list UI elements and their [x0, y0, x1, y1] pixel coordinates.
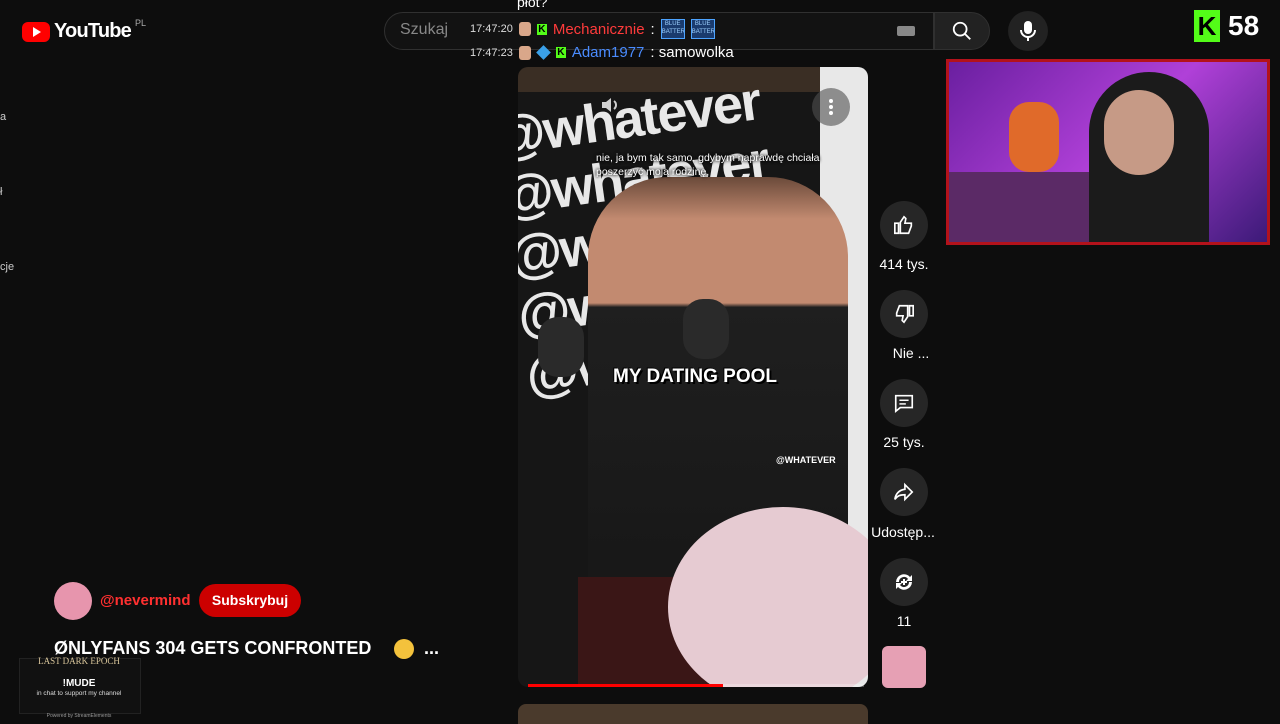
emote-icon: BLUE BATTER — [690, 19, 715, 39]
chat-message-text: : — [650, 20, 655, 38]
thumbs-up-icon — [894, 215, 913, 235]
youtube-play-icon — [22, 21, 50, 42]
video-caption: MY DATING POOL — [613, 366, 777, 387]
chat-timestamp: 17:47:23 — [470, 46, 513, 59]
widget-command: !MUDE — [62, 678, 96, 689]
share-icon — [894, 482, 914, 502]
channel-thumbnail[interactable] — [882, 646, 926, 688]
youtube-logo[interactable]: YouTube PL — [22, 17, 146, 43]
more-vertical-icon — [829, 99, 833, 115]
sidebar-fragment[interactable]: ł — [0, 186, 2, 198]
kick-viewer-counter: K 58 — [1194, 10, 1259, 42]
more-options-button[interactable] — [812, 88, 850, 126]
comments-button[interactable] — [880, 379, 928, 427]
sidebar-fragment[interactable]: a — [0, 111, 6, 123]
chat-username: Mechanicznie — [552, 20, 645, 38]
remix-button[interactable] — [880, 558, 928, 606]
dislike-button[interactable] — [880, 290, 928, 338]
subscribe-button[interactable]: Subskrybuj — [199, 584, 301, 617]
kick-badge-icon: K — [536, 23, 547, 35]
like-button[interactable] — [880, 201, 928, 249]
comments-count: 25 tys. — [883, 434, 925, 450]
search-icon — [952, 21, 971, 40]
kick-logo-icon: K — [1194, 10, 1220, 42]
next-video-preview[interactable] — [518, 704, 868, 724]
subscriber-gem-icon — [535, 45, 551, 60]
comment-icon — [894, 394, 914, 413]
keyboard-icon[interactable] — [897, 26, 915, 36]
chat-message: 17:47:20 K Mechanicznie: BLUE BATTER BLU… — [470, 19, 715, 39]
kick-badge-icon: K — [555, 47, 566, 58]
share-label: Udostęp... — [871, 524, 935, 540]
voice-search-button[interactable] — [1008, 11, 1048, 51]
video-subtitle: nie, ja bym tak samo, gdybym naprawdę ch… — [596, 152, 820, 178]
search-placeholder: Szukaj — [400, 21, 449, 38]
chat-username: Adam1977 — [571, 44, 645, 61]
video-progress-bar[interactable] — [528, 684, 864, 687]
like-count: 414 tys. — [879, 256, 929, 272]
chat-message: 17:47:23 K Adam1977 : samowolka — [470, 44, 734, 61]
chat-user-avatar — [518, 45, 531, 60]
search-button[interactable] — [934, 12, 990, 50]
sidebar-fragment[interactable]: cje — [0, 261, 14, 273]
viewer-count: 58 — [1228, 10, 1260, 41]
title-more[interactable]: ... — [424, 638, 439, 659]
remix-count: 11 — [896, 613, 912, 629]
microphone-icon — [1020, 21, 1036, 41]
widget-powered-by: Powered by StreamElements — [46, 713, 112, 719]
dislike-label: Nie ... — [892, 345, 930, 361]
webcam-face — [1104, 90, 1174, 175]
share-button[interactable] — [880, 468, 928, 516]
widget-text: in chat to support my channel — [36, 690, 122, 697]
chat-timestamp: 17:47:20 — [470, 23, 513, 35]
remix-icon — [896, 574, 912, 590]
region-code: PL — [134, 17, 146, 28]
chat-previous-message: płot? — [517, 0, 548, 10]
channel-name[interactable]: @nevermind — [100, 592, 190, 609]
eye-roll-emoji-icon — [394, 639, 414, 659]
video-progress-fill — [528, 684, 723, 687]
youtube-logo-text: YouTube — [54, 20, 132, 42]
chat-message-text: : samowolka — [650, 44, 734, 61]
chat-user-avatar — [518, 22, 531, 36]
webcam-plush-toy — [1009, 102, 1059, 172]
video-watermark: @WHATEVER — [776, 455, 836, 465]
channel-avatar[interactable] — [54, 582, 92, 620]
emote-icon: BLUE BATTER — [660, 19, 685, 39]
thumbs-down-icon — [895, 304, 914, 324]
streamer-webcam — [946, 59, 1270, 245]
widget-brand-logo: LAST DARK EPOCH — [38, 656, 120, 666]
volume-icon[interactable] — [600, 96, 622, 119]
video-microphone — [683, 299, 729, 359]
